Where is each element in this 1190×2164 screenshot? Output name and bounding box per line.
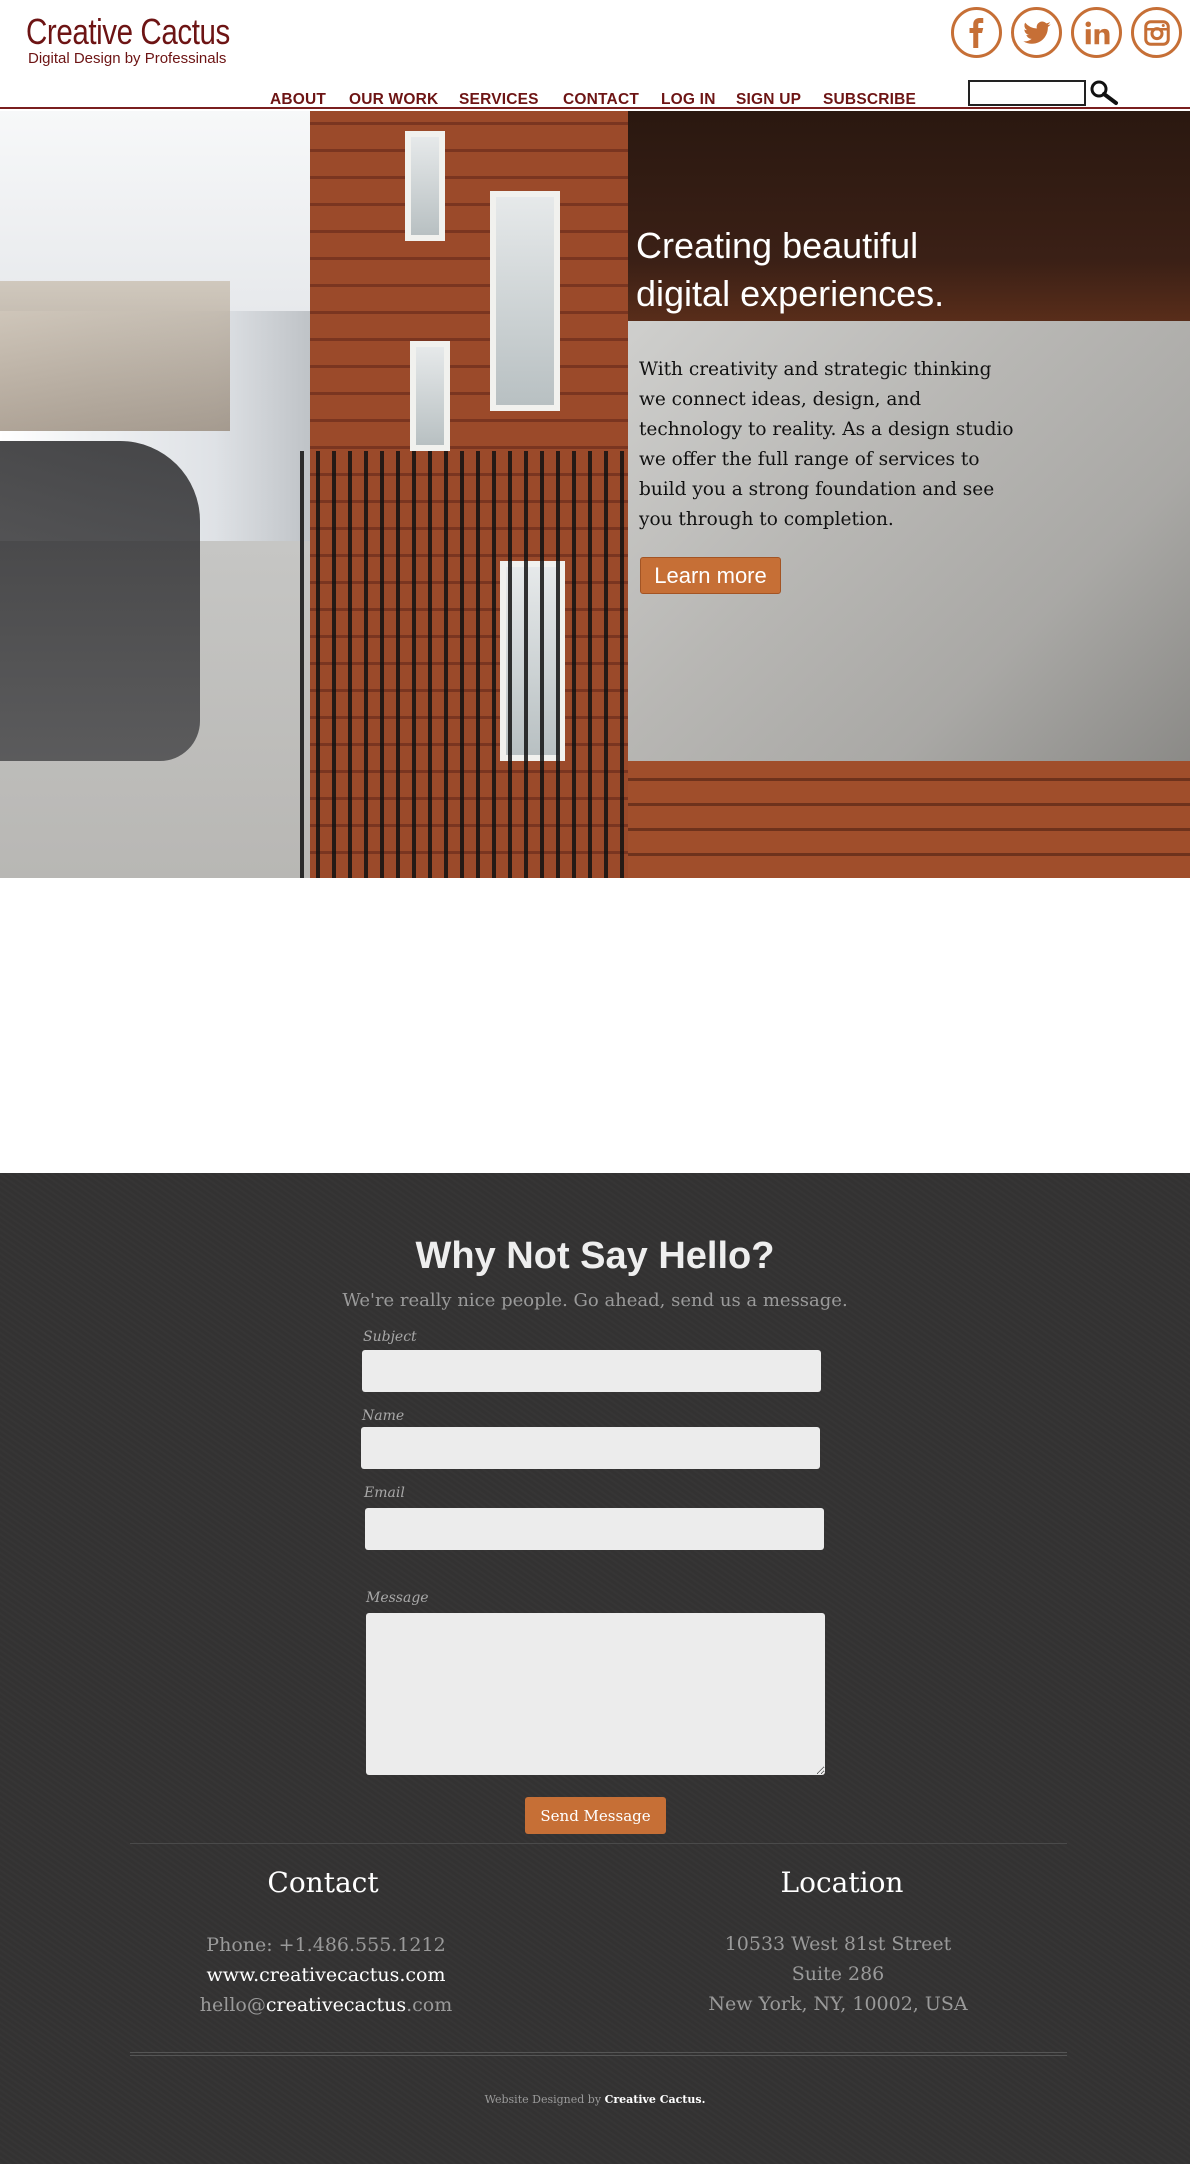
footer-divider (130, 1843, 1067, 1844)
site-header: Creative Cactus Digital Design by Profes… (0, 0, 1190, 109)
message-label: Message (366, 1590, 429, 1606)
linkedin-icon[interactable] (1071, 7, 1122, 58)
instagram-icon[interactable] (1131, 7, 1182, 58)
twitter-icon[interactable] (1011, 7, 1062, 58)
hero-image-cars (0, 441, 200, 761)
social-links (951, 7, 1182, 58)
footer-double-divider (130, 2052, 1067, 2056)
hero-image-window (405, 131, 445, 241)
email-field[interactable] (365, 1508, 824, 1550)
contact-subtitle: We're really nice people. Go ahead, send… (342, 1290, 848, 1311)
footer-email-suffix: .com (406, 1994, 453, 2016)
footer-email[interactable]: hello@creativecactus.com (126, 1994, 526, 2016)
hero-banner: Creating beautiful digital experiences. … (0, 111, 1190, 878)
brand-tagline: Digital Design by Professinals (28, 50, 227, 67)
footer-credit: Website Designed by Creative Cactus. (0, 2093, 1190, 2106)
learn-more-button[interactable]: Learn more (640, 557, 781, 594)
hero-title-line1: Creating beautiful (636, 225, 919, 266)
subject-label: Subject (363, 1329, 417, 1345)
hero-title-line2: digital experiences. (636, 273, 945, 314)
hero-image-window (410, 341, 450, 451)
brand-logo[interactable]: Creative Cactus Digital Design by Profes… (26, 11, 275, 68)
nav-log-in[interactable]: LOG IN (661, 91, 716, 109)
email-label: Email (364, 1485, 405, 1501)
facebook-icon[interactable] (951, 7, 1002, 58)
hero-image-window (490, 191, 560, 411)
credit-prefix: Website Designed by (484, 2093, 602, 2106)
nav-sign-up[interactable]: SIGN UP (736, 91, 801, 109)
footer-address-line2: Suite 286 (791, 1963, 885, 1985)
footer-address-line1: 10533 West 81st Street (724, 1933, 952, 1955)
message-field[interactable] (366, 1613, 825, 1775)
contact-title: Why Not Say Hello? (415, 1235, 775, 1277)
footer-contact-title: Contact (267, 1866, 379, 1899)
hero-body-text: With creativity and strategic thinking w… (639, 359, 1014, 530)
nav-about[interactable]: ABOUT (270, 91, 326, 109)
search-icon[interactable] (1088, 79, 1120, 107)
credit-link[interactable]: Creative Cactus. (605, 2093, 706, 2106)
footer-website-text: www.creativecactus.com (206, 1964, 446, 1986)
brand-title: Creative Cactus (26, 11, 230, 52)
footer-email-domain: creativecactus (265, 1994, 407, 2016)
nav-our-work[interactable]: OUR WORK (349, 91, 438, 109)
footer-website[interactable]: www.creativecactus.com (126, 1964, 526, 1986)
subject-field[interactable] (362, 1350, 821, 1392)
hero-image-lower-brick (628, 761, 1190, 878)
nav-subscribe[interactable]: SUBSCRIBE (823, 91, 916, 109)
name-field[interactable] (361, 1427, 820, 1469)
hero-image-railing (300, 451, 630, 878)
hero-title: Creating beautiful digital experiences. (636, 222, 1076, 318)
search-input[interactable] (968, 80, 1086, 106)
name-label: Name (362, 1408, 405, 1424)
footer-location-title: Location (780, 1866, 904, 1899)
footer-email-prefix: hello@ (199, 1994, 266, 2016)
nav-contact[interactable]: CONTACT (563, 91, 639, 109)
footer-address-line3: New York, NY, 10002, USA (708, 1993, 968, 2015)
send-message-button[interactable]: Send Message (525, 1797, 666, 1834)
hero-image-buildings (0, 281, 230, 431)
footer-phone: Phone: +1.486.555.1212 (206, 1934, 446, 1956)
nav-services[interactable]: SERVICES (459, 91, 539, 109)
